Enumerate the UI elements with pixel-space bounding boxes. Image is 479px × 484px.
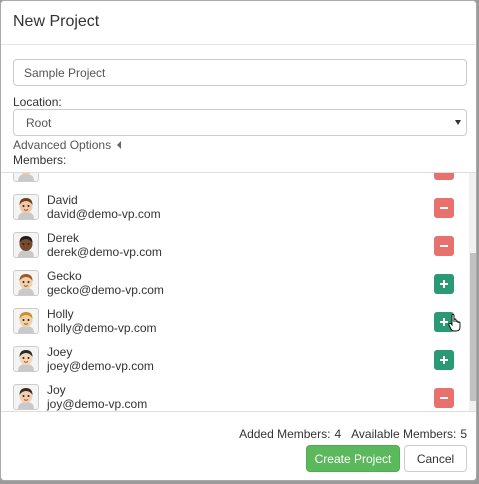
member-avatar: [13, 173, 39, 182]
dialog-title: New Project: [13, 13, 100, 30]
member-row: Gecko gecko@demo-vp.com: [1, 266, 469, 304]
member-email: derek@demo-vp.com: [47, 245, 162, 259]
avatar-icon: [18, 173, 34, 181]
avatar-icon: [18, 198, 34, 219]
dialog-footer: Added Members: 4 Available Members: 5 Cr…: [1, 413, 476, 480]
remove-member-button[interactable]: [434, 172, 454, 180]
member-email: gecko@demo-vp.com: [47, 283, 164, 297]
member-email: holly@demo-vp.com: [47, 321, 157, 335]
member-email: david@demo-vp.com: [47, 207, 161, 221]
minus-icon: [440, 397, 448, 399]
remove-member-button[interactable]: [434, 388, 454, 408]
avatar-icon: [18, 350, 34, 371]
member-name: Derek: [47, 231, 80, 245]
project-name-input[interactable]: [13, 59, 467, 86]
avatar-icon: [18, 236, 34, 257]
member-avatar: [13, 384, 39, 410]
avatar-icon: [18, 274, 34, 295]
remove-member-button[interactable]: [434, 198, 454, 218]
avatar-icon: [18, 312, 34, 333]
member-row: Derek derek@demo-vp.com: [1, 228, 469, 266]
members-list-content: David david@demo-vp.com Derek derek@demo…: [1, 172, 469, 411]
member-avatar: [13, 346, 39, 372]
member-row: [1, 172, 469, 190]
project-form: Location: Root Advanced Options Members:: [1, 46, 476, 172]
members-list[interactable]: David david@demo-vp.com Derek derek@demo…: [1, 172, 476, 412]
caret-down-icon: [455, 120, 461, 125]
member-row: Holly holly@demo-vp.com: [1, 304, 469, 342]
remove-member-button[interactable]: [434, 236, 454, 256]
location-select[interactable]: Root: [13, 109, 467, 136]
create-project-button[interactable]: Create Project: [306, 445, 400, 472]
member-name: David: [47, 193, 78, 207]
new-project-dialog: New Project David david@demo-vp.com Dere…: [0, 0, 477, 481]
cancel-button[interactable]: Cancel: [404, 445, 467, 472]
advanced-options-label: Advanced Options: [13, 138, 112, 152]
member-name: Gecko: [47, 269, 82, 283]
member-avatar: [13, 270, 39, 296]
scrollbar-thumb[interactable]: [470, 253, 476, 401]
hand-cursor-icon: [448, 314, 461, 332]
member-row: David david@demo-vp.com: [1, 190, 469, 228]
advanced-options-toggle[interactable]: Advanced Options: [13, 138, 122, 152]
plus-icon: [440, 280, 448, 288]
member-avatar: [13, 308, 39, 334]
available-members-count: 5: [460, 427, 467, 441]
added-members-count: 4: [334, 427, 342, 441]
member-row: Joy joy@demo-vp.com: [1, 380, 469, 411]
member-email: joey@demo-vp.com: [47, 359, 154, 373]
member-counts: Added Members: 4 Available Members: 5: [239, 427, 467, 441]
member-name: Joy: [47, 383, 66, 397]
available-members-label: Available Members:: [351, 427, 457, 441]
added-members-label: Added Members:: [239, 427, 331, 441]
plus-icon: [440, 356, 448, 364]
member-name: Joey: [47, 345, 73, 359]
member-email: joy@demo-vp.com: [47, 397, 148, 411]
member-avatar: [13, 194, 39, 220]
caret-left-icon: [117, 141, 122, 149]
location-label: Location:: [13, 95, 62, 109]
add-member-button[interactable]: [434, 274, 454, 294]
avatar-icon: [18, 388, 34, 409]
member-avatar: [13, 232, 39, 258]
member-row: Joey joey@demo-vp.com: [1, 342, 469, 380]
members-label: Members:: [13, 153, 67, 167]
add-member-button[interactable]: [434, 350, 454, 370]
members-scrollbar[interactable]: [469, 173, 476, 411]
minus-icon: [440, 207, 448, 209]
dialog-header: New Project: [1, 1, 476, 45]
member-name: Holly: [47, 307, 74, 321]
minus-icon: [440, 245, 448, 247]
minus-icon: [439, 172, 449, 175]
location-selected-value: Root: [26, 116, 52, 130]
